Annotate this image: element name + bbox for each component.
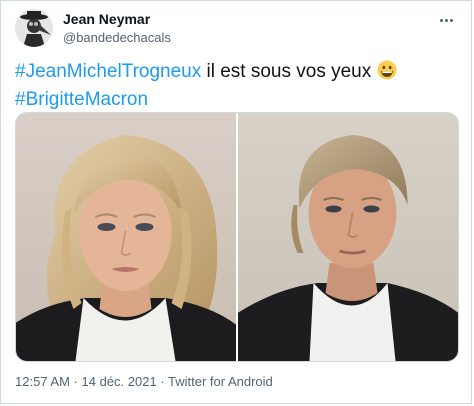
tweet-header: Jean Neymar @bandedechacals bbox=[15, 9, 461, 49]
display-name[interactable]: Jean Neymar bbox=[63, 11, 171, 28]
tweet-text: #JeanMichelTrogneux il est sous vos yeux… bbox=[15, 59, 461, 112]
grinning-face-emoji-icon bbox=[377, 60, 397, 87]
tweet-date[interactable]: 14 déc. 2021 bbox=[82, 374, 157, 389]
meta-separator: · bbox=[156, 374, 169, 389]
hashtag-jeanmicheltrogneux[interactable]: #JeanMichelTrogneux bbox=[15, 61, 201, 82]
tweet-text-body: il est sous vos yeux bbox=[201, 61, 377, 82]
hashtag-brigittemacron[interactable]: #BrigitteMacron bbox=[15, 89, 148, 110]
media-container bbox=[15, 112, 459, 362]
tweet-meta: 12:57 AM · 14 déc. 2021 · Twitter for An… bbox=[15, 374, 273, 389]
tweet-card: Jean Neymar @bandedechacals #JeanMichelT… bbox=[0, 0, 472, 404]
tweet-time[interactable]: 12:57 AM bbox=[15, 374, 70, 389]
user-names: Jean Neymar @bandedechacals bbox=[63, 11, 171, 46]
avatar[interactable] bbox=[15, 9, 53, 47]
user-handle[interactable]: @bandedechacals bbox=[63, 29, 171, 46]
tweet-source[interactable]: Twitter for Android bbox=[168, 374, 273, 389]
plague-doctor-avatar-icon bbox=[15, 9, 53, 47]
more-options-icon[interactable] bbox=[435, 11, 457, 29]
meta-separator: · bbox=[69, 374, 82, 389]
photo-right[interactable] bbox=[238, 113, 458, 361]
photo-left[interactable] bbox=[16, 113, 236, 361]
